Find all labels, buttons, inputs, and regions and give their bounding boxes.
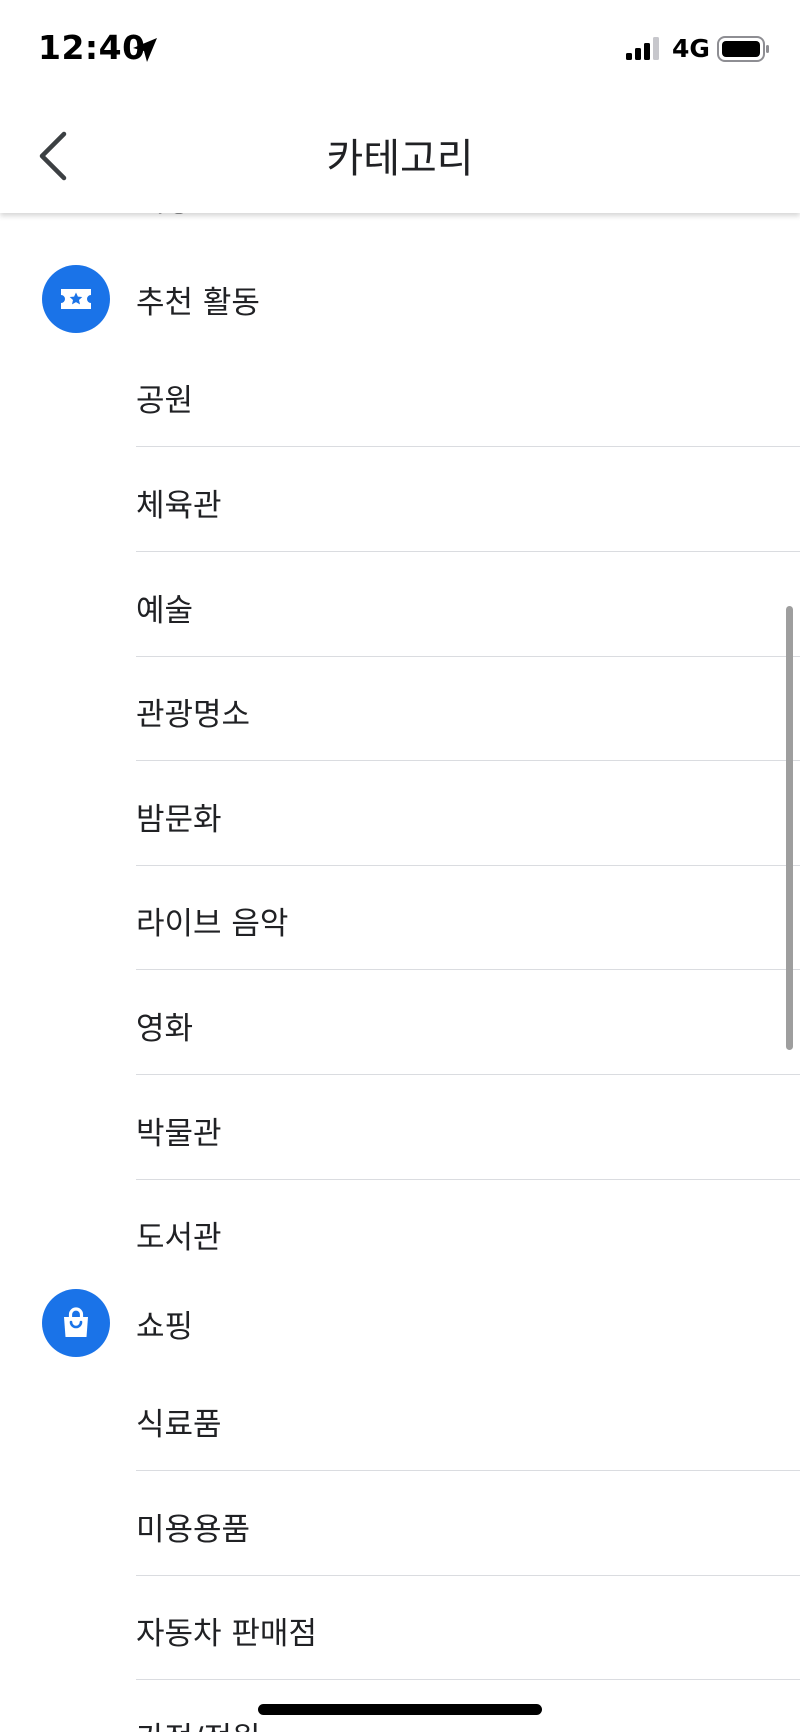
ticket-star-icon [42,265,110,333]
shopping-bag-icon [42,1289,110,1357]
divider [136,969,800,970]
list-item-label: 도서관 [136,1220,222,1256]
list-item-nightlife[interactable]: 밤문화 [0,762,800,866]
home-indicator [258,1704,542,1715]
list-item-beauty-supplies[interactable]: 미용용품 [0,1472,800,1576]
list-item-label: 예술 [136,593,194,629]
section-label: 쇼핑 [136,1309,194,1345]
app-header: 카테고리 [0,100,800,213]
divider [136,760,800,761]
cut-off-list-item-label: 매장 [136,213,193,220]
list-item-live-music[interactable]: 라이브 음악 [0,866,800,970]
network-type: 4G [672,34,710,63]
divider [136,1679,800,1680]
list-item-label: 영화 [136,1011,194,1047]
list-item-label: 밤문화 [136,802,222,838]
list-item-movies[interactable]: 영화 [0,971,800,1075]
divider [136,1074,800,1075]
signal-icon [626,37,659,60]
list-item-label: 라이브 음악 [136,906,289,942]
category-list[interactable]: 매장 추천 활동 공원 체육관 예술 관광명소 밤문화 라이브 음악 영화 [0,213,800,1732]
battery-icon [717,36,769,62]
list-item-label: 식료품 [136,1407,222,1443]
list-item-car-dealers[interactable]: 자동차 판매점 [0,1576,800,1680]
divider [136,446,800,447]
section-header-shopping: 쇼핑 [0,1277,800,1367]
list-item-label: 관광명소 [136,697,251,733]
list-item-label: 미용용품 [136,1512,251,1548]
list-item-label: 가전/전원 [136,1713,261,1732]
list-item-museums[interactable]: 박물관 [0,1076,800,1180]
list-item-libraries[interactable]: 도서관 [0,1180,800,1284]
divider [136,551,800,552]
scrollbar[interactable] [786,606,793,1050]
list-item-label: 자동차 판매점 [136,1616,317,1652]
list-item-art[interactable]: 예술 [0,553,800,657]
list-item-label: 공원 [136,383,194,419]
list-item-parks[interactable]: 공원 [0,343,800,447]
list-item-label: 체육관 [136,488,222,524]
section-header-activities: 추천 활동 [0,253,800,343]
list-item-label: 박물관 [136,1116,222,1152]
list-item-gyms[interactable]: 체육관 [0,448,800,552]
list-item-attractions[interactable]: 관광명소 [0,657,800,761]
page-title: 카테고리 [326,136,474,182]
list-item-groceries[interactable]: 식료품 [0,1367,800,1471]
location-arrow-icon [133,38,157,62]
divider [136,1470,800,1471]
section-label: 추천 활동 [136,285,260,321]
status-bar: 12:40 4G [0,0,800,100]
